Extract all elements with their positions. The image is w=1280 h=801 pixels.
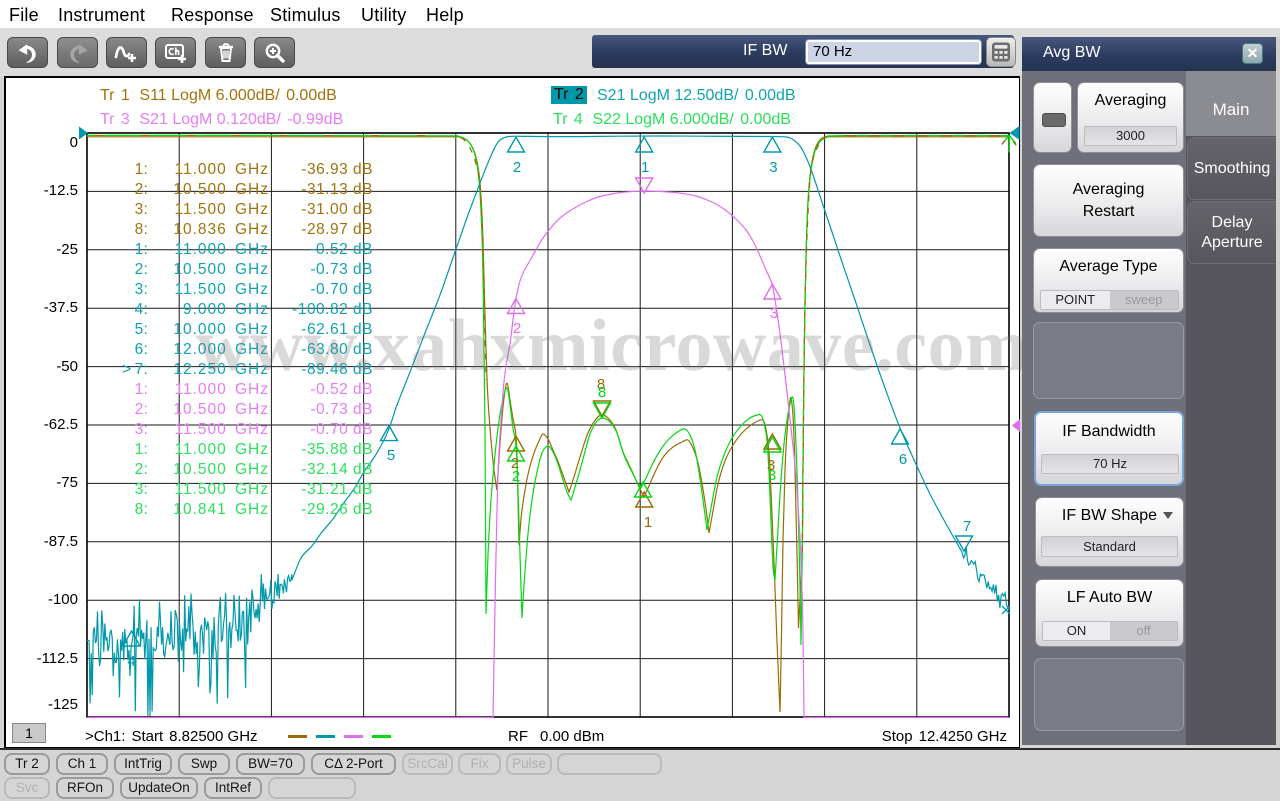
svg-text:3: 3: [768, 467, 776, 484]
svg-text:5: 5: [387, 447, 395, 464]
svg-text:4: 4: [127, 653, 135, 670]
svg-text:1: 1: [641, 159, 649, 176]
svg-text:7: 7: [963, 518, 971, 535]
svg-text:2: 2: [513, 159, 521, 176]
svg-text:3: 3: [769, 159, 777, 176]
svg-text:1: 1: [644, 514, 652, 531]
svg-text:2: 2: [512, 468, 520, 485]
svg-text:6: 6: [899, 451, 907, 468]
